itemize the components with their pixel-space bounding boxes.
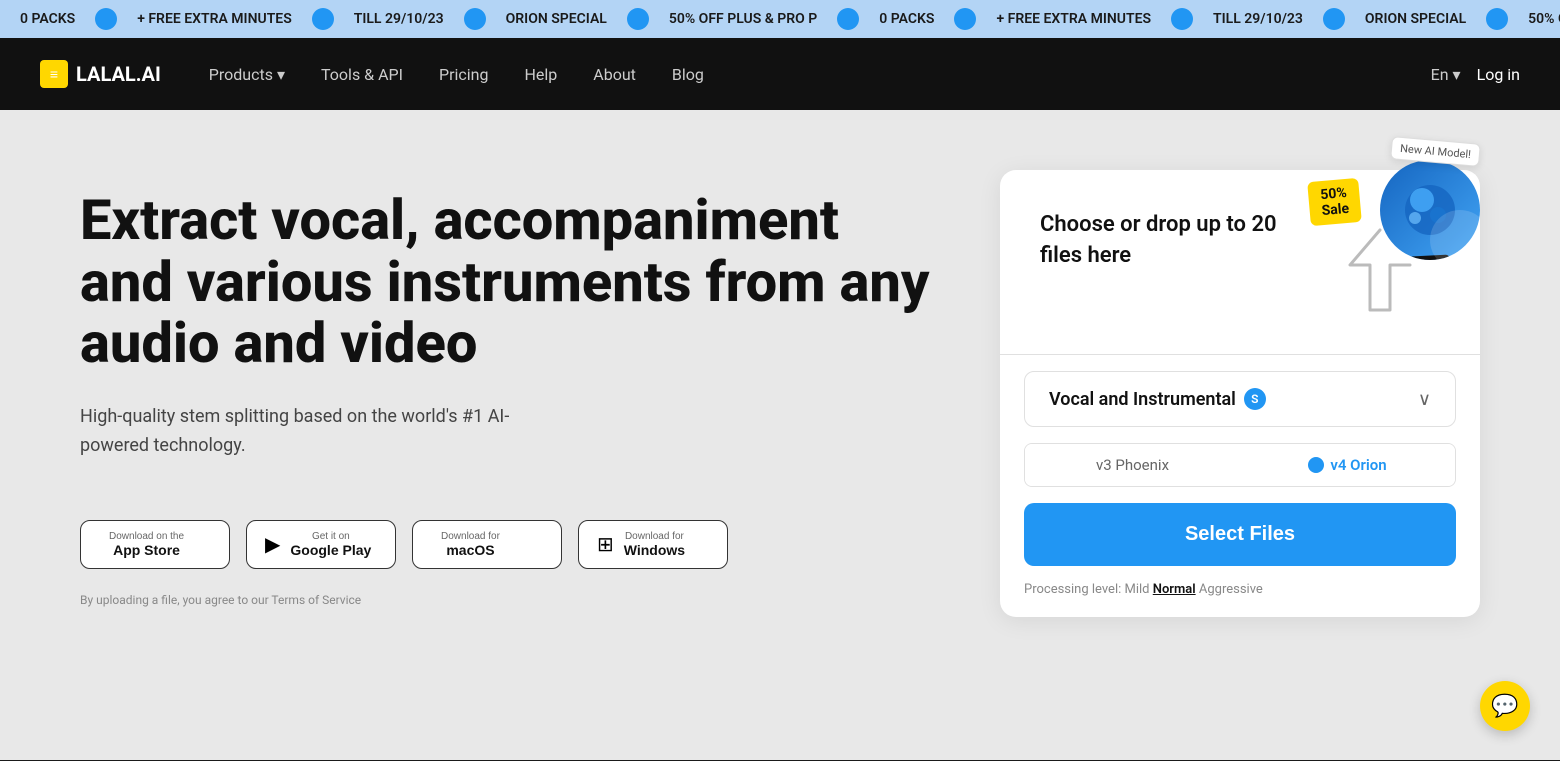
- stem-selector[interactable]: Vocal and Instrumental S ∨: [1024, 371, 1456, 427]
- drop-text: Choose or drop up to 20 files here: [1040, 210, 1300, 272]
- nav-products[interactable]: Products ▾: [193, 57, 301, 92]
- globe-icon-6: [954, 8, 976, 30]
- globe-icon-4: [627, 8, 649, 30]
- language-selector[interactable]: En ▾: [1431, 65, 1461, 84]
- nav-right: En ▾ Log in: [1431, 65, 1520, 84]
- app-store-button[interactable]: Download on the App Store: [80, 520, 230, 569]
- logo-text: LALAL.AI: [76, 62, 161, 86]
- nav-pricing[interactable]: Pricing: [423, 57, 505, 92]
- orion-decoration: 50% Sale New AI Model! v4 Orion: [1340, 150, 1500, 310]
- google-play-button[interactable]: ▶ Get it on Google Play: [246, 520, 396, 569]
- nav-blog[interactable]: Blog: [656, 57, 720, 92]
- processing-mild[interactable]: Mild: [1125, 582, 1150, 597]
- announcement-text-3: TILL 29/10/23: [354, 11, 444, 27]
- globe-icon-2: [312, 8, 334, 30]
- terms-text: By uploading a file, you agree to our Te…: [80, 593, 940, 607]
- globe-icon-3: [464, 8, 486, 30]
- navbar: ≡ LALAL.AI Products ▾ Tools & API Pricin…: [0, 38, 1560, 110]
- chevron-down-icon: ▾: [1453, 65, 1461, 84]
- select-files-button[interactable]: Select Files: [1024, 503, 1456, 566]
- windows-button[interactable]: ⊞ Download for Windows: [578, 520, 728, 569]
- globe-icon-8: [1323, 8, 1345, 30]
- selector-text: Vocal and Instrumental: [1049, 389, 1236, 410]
- globe-icon-9: [1486, 8, 1508, 30]
- nav-about[interactable]: About: [577, 57, 652, 92]
- chevron-down-icon: ▾: [277, 65, 285, 84]
- version-tabs: v3 Phoenix v4 Orion: [1024, 443, 1456, 487]
- chat-button[interactable]: 💬: [1480, 681, 1530, 731]
- selector-badge-icon: S: [1244, 388, 1266, 410]
- globe-icon-1: [95, 8, 117, 30]
- divider: [1000, 354, 1480, 355]
- processing-normal[interactable]: Normal: [1153, 582, 1196, 597]
- chat-icon: 💬: [1491, 694, 1518, 719]
- globe-icon-7: [1171, 8, 1193, 30]
- nav-tools-api[interactable]: Tools & API: [305, 57, 419, 92]
- new-ai-badge: New AI Model!: [1390, 136, 1481, 167]
- hero-section: Extract vocal, accompaniment and various…: [80, 170, 940, 700]
- orion-circle: v4 Orion: [1380, 160, 1480, 260]
- announcement-text-1: 0 PACKS: [20, 11, 75, 27]
- version-tab-v4[interactable]: v4 Orion: [1240, 444, 1455, 486]
- macos-button[interactable]: Download for macOS: [412, 520, 562, 569]
- processing-aggressive[interactable]: Aggressive: [1199, 582, 1263, 597]
- announcement-text-repeat: 0 PACKS: [879, 11, 934, 27]
- globe-icon-5: [837, 8, 859, 30]
- main-content: Extract vocal, accompaniment and various…: [0, 110, 1560, 760]
- announcement-text-2: + FREE EXTRA MINUTES: [137, 11, 292, 27]
- globe-icon: [1308, 457, 1324, 473]
- upload-widget: 50% Sale New AI Model! v4 Orion Choose o…: [1000, 170, 1480, 700]
- ticker: 0 PACKS + FREE EXTRA MINUTES TILL 29/10/…: [0, 8, 1560, 30]
- version-tab-v3[interactable]: v3 Phoenix: [1025, 444, 1240, 486]
- announcement-text-5: 50% OFF PLUS & PRO P: [669, 11, 817, 27]
- announcement-bar: 0 PACKS + FREE EXTRA MINUTES TILL 29/10/…: [0, 0, 1560, 38]
- announcement-text-4: ORION SPECIAL: [506, 11, 607, 27]
- windows-icon: ⊞: [597, 532, 614, 557]
- download-buttons: Download on the App Store ▶ Get it on Go…: [80, 520, 940, 569]
- processing-level: Processing level: Mild Normal Aggressive: [1000, 582, 1480, 617]
- chevron-down-icon: ∨: [1418, 389, 1431, 410]
- orion-sphere-icon: [1400, 180, 1460, 240]
- sale-badge: 50% Sale: [1307, 178, 1362, 226]
- logo[interactable]: ≡ LALAL.AI: [40, 60, 161, 88]
- nav-links: Products ▾ Tools & API Pricing Help Abou…: [193, 57, 1431, 92]
- hero-subtitle: High-quality stem splitting based on the…: [80, 403, 560, 461]
- nav-help[interactable]: Help: [508, 57, 573, 92]
- logo-icon: ≡: [40, 60, 68, 88]
- play-icon: ▶: [265, 532, 280, 557]
- hero-title: Extract vocal, accompaniment and various…: [80, 190, 940, 375]
- login-button[interactable]: Log in: [1477, 65, 1520, 84]
- v4-label: v4 Orion: [1393, 255, 1450, 260]
